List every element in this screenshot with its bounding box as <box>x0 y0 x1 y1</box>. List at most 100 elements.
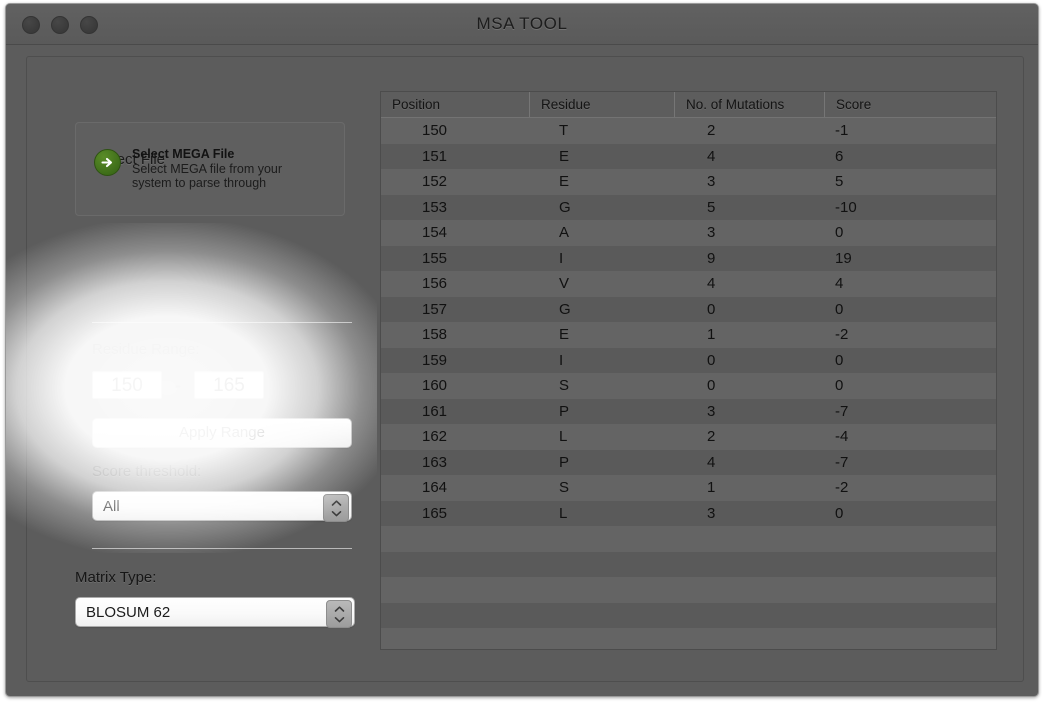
range-and-threshold-controls: Residue Range: 150 - 165 Apply Range Sco… <box>75 295 365 580</box>
cell-mutations: 0 <box>707 351 716 369</box>
sidebar: Select File Select MEGA File Select MEGA… <box>6 57 377 681</box>
range-separator: - <box>175 374 181 395</box>
cell-empty <box>824 628 996 649</box>
cell-mutations: 2 <box>707 122 716 139</box>
range-end-input[interactable]: 165 <box>194 371 264 399</box>
cell-position: 163 <box>422 453 448 471</box>
column-header-mutations[interactable]: No. of Mutations <box>674 92 824 117</box>
cell-position: 153 <box>422 198 448 216</box>
table-row[interactable]: 153 G 5 -10 <box>381 194 996 220</box>
column-header-residue[interactable]: Residue <box>529 92 674 117</box>
cell-score: 0 <box>835 224 844 241</box>
matrix-type-select[interactable]: BLOSUM 62 <box>75 597 355 628</box>
table-row[interactable]: 155 I 9 19 <box>381 245 996 271</box>
cell-mutations: 3 <box>707 173 716 190</box>
cell-residue: T <box>559 122 569 139</box>
matrix-type-label: Matrix Type: <box>75 569 157 586</box>
table-row[interactable]: 165 L 3 0 <box>381 500 996 526</box>
cell-residue: I <box>559 351 564 369</box>
cell-mutations: 4 <box>707 147 716 165</box>
cell-residue: G <box>559 198 571 216</box>
select-mega-file-title: Select MEGA File <box>132 147 235 161</box>
cell-mutations: 2 <box>707 428 716 445</box>
cell-mutations: 1 <box>707 326 716 343</box>
cell-residue: E <box>559 326 570 343</box>
select-mega-file-subtitle-line2: system to parse through <box>132 176 267 190</box>
score-threshold-label: Score threshold: <box>92 463 202 480</box>
table-row[interactable]: 151 E 4 6 <box>381 143 996 169</box>
select-mega-file-button[interactable]: Select MEGA File Select MEGA file from y… <box>94 147 282 190</box>
cell-score: -7 <box>835 402 849 420</box>
cell-score: -2 <box>835 326 849 343</box>
column-header-position[interactable]: Position <box>381 92 529 117</box>
cell-empty <box>674 628 824 649</box>
table-row-empty[interactable] <box>381 602 996 629</box>
cell-score: 19 <box>835 249 852 267</box>
cell-empty <box>674 552 824 578</box>
window-titlebar: MSA TOOL <box>6 4 1038 45</box>
table-header-row: Position Residue No. of Mutations Score <box>381 92 996 118</box>
cell-empty <box>824 526 996 552</box>
cell-score: 0 <box>835 377 844 394</box>
cell-score: 5 <box>835 173 844 190</box>
cell-score: -10 <box>835 198 857 216</box>
window-title: MSA TOOL <box>476 14 568 33</box>
table-row-empty[interactable] <box>381 577 996 603</box>
cell-empty <box>674 526 824 552</box>
table-row[interactable]: 161 P 3 -7 <box>381 398 996 424</box>
cell-mutations: 0 <box>707 300 716 318</box>
matrix-type-value: BLOSUM 62 <box>86 604 171 621</box>
cell-empty <box>529 628 674 649</box>
table-row[interactable]: 157 G 0 0 <box>381 296 996 322</box>
cell-mutations: 3 <box>707 224 716 241</box>
cell-residue: I <box>559 249 564 267</box>
cell-residue: P <box>559 453 570 471</box>
table-row[interactable]: 160 S 0 0 <box>381 373 996 399</box>
matrix-type-stepper-icon[interactable] <box>326 600 352 628</box>
range-start-input[interactable]: 150 <box>92 371 162 399</box>
table-row[interactable]: 162 L 2 -4 <box>381 424 996 450</box>
cell-position: 164 <box>422 479 448 496</box>
cell-position: 162 <box>422 428 448 445</box>
table-row-empty[interactable] <box>381 526 996 552</box>
table-row[interactable]: 163 P 4 -7 <box>381 449 996 475</box>
table-row[interactable]: 159 I 0 0 <box>381 347 996 373</box>
cell-position: 161 <box>422 402 448 420</box>
score-threshold-select[interactable]: All <box>92 491 352 522</box>
table-row-empty[interactable] <box>381 551 996 578</box>
cell-position: 160 <box>422 377 448 394</box>
application-window: MSA TOOL Select File Select MEGA File Se… <box>5 3 1039 697</box>
cell-position: 151 <box>422 147 448 165</box>
cell-position: 159 <box>422 351 448 369</box>
cell-empty <box>674 603 824 629</box>
cell-score: 0 <box>835 300 844 318</box>
table-row[interactable]: 164 S 1 -2 <box>381 475 996 501</box>
cell-mutations: 3 <box>707 504 716 522</box>
results-table[interactable]: Position Residue No. of Mutations Score … <box>380 91 997 650</box>
table-row[interactable]: 156 V 4 4 <box>381 271 996 297</box>
content-panel: Select File Select MEGA File Select MEGA… <box>6 56 1024 682</box>
cell-position: 157 <box>422 300 448 318</box>
cell-mutations: 4 <box>707 453 716 471</box>
cell-residue: L <box>559 504 568 522</box>
cell-position: 155 <box>422 249 448 267</box>
apply-range-button[interactable]: Apply Range <box>92 418 352 448</box>
cell-empty <box>381 552 529 578</box>
score-threshold-value: All <box>103 498 120 515</box>
select-mega-file-subtitle-line1: Select MEGA file from your <box>132 162 283 176</box>
cell-position: 150 <box>422 122 448 139</box>
table-row-empty[interactable] <box>381 628 996 649</box>
table-row[interactable]: 152 E 3 5 <box>381 169 996 195</box>
cell-empty <box>674 577 824 603</box>
cell-score: 6 <box>835 147 844 165</box>
score-threshold-stepper-icon[interactable] <box>323 494 349 522</box>
cell-empty <box>529 526 674 552</box>
cell-mutations: 1 <box>707 479 716 496</box>
cell-residue: E <box>559 147 570 165</box>
column-header-score[interactable]: Score <box>824 92 996 117</box>
table-body: 150 T 2 -1 151 E 4 6 152 E 3 5 153 G 5 -10 154 A 3 0 155 I 9 19… <box>381 118 996 649</box>
cell-mutations: 9 <box>707 249 716 267</box>
table-row[interactable]: 158 E 1 -2 <box>381 322 996 348</box>
table-row[interactable]: 154 A 3 0 <box>381 220 996 246</box>
table-row[interactable]: 150 T 2 -1 <box>381 118 996 144</box>
